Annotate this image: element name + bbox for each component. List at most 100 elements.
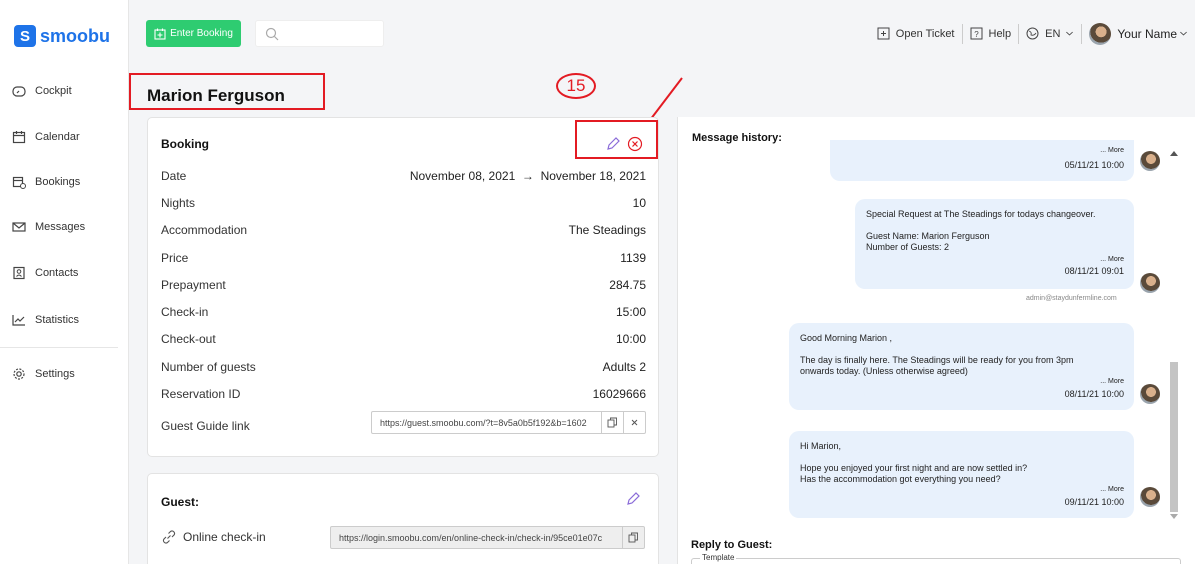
message-bubble: ... More 05/11/21 10:00 bbox=[830, 140, 1134, 181]
sidebar-item-cockpit[interactable]: Cockpit bbox=[12, 84, 72, 98]
row-value: 15:00 bbox=[615, 305, 646, 319]
sidebar-item-contacts[interactable]: Contacts bbox=[12, 266, 78, 280]
topbar: Enter Booking Open Ticket ? Help EN Your… bbox=[130, 0, 1195, 67]
row-value: 284.75 bbox=[609, 278, 646, 292]
online-checkin-link-field[interactable]: https://login.smoobu.com/en/online-check… bbox=[330, 526, 645, 549]
message-bubble: Special Request at The Steadings for tod… bbox=[855, 199, 1134, 289]
message-bubble: Good Morning Marion , The day is finally… bbox=[789, 323, 1134, 410]
more-link[interactable]: ... More bbox=[1100, 378, 1124, 385]
booking-row-prepayment: Prepayment 284.75 bbox=[161, 275, 646, 295]
message-time: 05/11/21 10:00 bbox=[1064, 160, 1124, 170]
guest-guide-label: Guest Guide link bbox=[161, 416, 250, 436]
template-label: Template bbox=[700, 553, 737, 562]
row-label: Check-in bbox=[161, 305, 209, 319]
sidebar-item-label: Contacts bbox=[35, 267, 79, 279]
language-selector[interactable]: EN bbox=[1019, 24, 1081, 44]
annotation-box-title bbox=[129, 73, 325, 110]
row-label: Prepayment bbox=[161, 278, 226, 292]
row-label: Accommodation bbox=[161, 223, 248, 237]
logo[interactable]: S smoobu bbox=[14, 25, 110, 47]
row-value: 1139 bbox=[620, 251, 646, 265]
calendar-plus-icon bbox=[154, 28, 166, 40]
booking-row-guests: Number of guests Adults 2 bbox=[161, 357, 646, 377]
scroll-down-icon[interactable] bbox=[1170, 514, 1178, 520]
reply-title: Reply to Guest: bbox=[691, 539, 773, 551]
sidebar-item-label: Bookings bbox=[35, 176, 81, 188]
svg-text:?: ? bbox=[974, 30, 979, 39]
search-icon bbox=[265, 27, 279, 41]
template-select[interactable]: Template bbox=[691, 553, 1181, 564]
sidebar-item-label: Settings bbox=[35, 368, 75, 380]
enter-booking-button[interactable]: Enter Booking bbox=[146, 20, 241, 47]
avatar bbox=[1140, 487, 1160, 507]
booking-row-accommodation: Accommodation The Steadings bbox=[161, 220, 646, 240]
link-icon bbox=[162, 530, 176, 544]
sidebar-item-label: Cockpit bbox=[35, 85, 72, 97]
row-label: Reservation ID bbox=[161, 387, 241, 401]
copy-icon bbox=[628, 532, 638, 543]
guest-card: Guest: Online check-in https://login.smo… bbox=[147, 473, 659, 564]
row-label: Price bbox=[161, 251, 189, 265]
row-value: 10:00 bbox=[615, 332, 646, 346]
contacts-icon bbox=[13, 266, 25, 280]
online-checkin-text: Online check-in bbox=[183, 530, 266, 544]
booking-row-price: Price 1139 bbox=[161, 248, 646, 268]
row-label: Nights bbox=[161, 196, 196, 210]
message-history-title: Message history: bbox=[692, 132, 782, 144]
calendar-icon bbox=[12, 131, 26, 144]
copy-button[interactable] bbox=[601, 412, 623, 433]
guest-guide-url: https://guest.smoobu.com/?t=8v5a0b5f192&… bbox=[380, 417, 587, 428]
booking-title: Booking bbox=[161, 137, 209, 151]
date-range: November 08, 2021 → November 18, 2021 bbox=[410, 169, 646, 183]
more-link[interactable]: ... More bbox=[1100, 147, 1124, 154]
copy-icon bbox=[607, 417, 617, 428]
more-link[interactable]: ... More bbox=[1100, 256, 1124, 263]
guest-guide-link-field[interactable]: https://guest.smoobu.com/?t=8v5a0b5f192&… bbox=[371, 411, 646, 434]
search-input[interactable] bbox=[255, 20, 384, 47]
open-ticket-label: Open Ticket bbox=[895, 27, 955, 40]
sidebar-item-messages[interactable]: Messages bbox=[12, 220, 85, 234]
bookings-icon bbox=[12, 176, 26, 189]
row-label: Date bbox=[161, 169, 187, 183]
chevron-down-icon bbox=[1066, 31, 1074, 36]
scroll-thumb[interactable] bbox=[1170, 362, 1178, 512]
user-menu[interactable]: Your Name bbox=[1082, 22, 1195, 45]
open-ticket-button[interactable]: Open Ticket bbox=[870, 24, 962, 44]
scroll-up-icon[interactable] bbox=[1170, 150, 1178, 156]
message-time: 08/11/21 09:01 bbox=[1064, 266, 1124, 276]
message-time: 09/11/21 10:00 bbox=[1064, 497, 1124, 507]
sidebar-item-settings[interactable]: Settings bbox=[12, 367, 75, 381]
booking-row-checkout: Check-out 10:00 bbox=[161, 329, 646, 349]
message-body: Hi Marion, Hope you enjoyed your first n… bbox=[800, 441, 1028, 484]
sidebar-item-calendar[interactable]: Calendar bbox=[12, 130, 80, 144]
globe-icon bbox=[1026, 27, 1039, 40]
copy-button[interactable] bbox=[622, 527, 644, 548]
edit-icon[interactable] bbox=[625, 491, 641, 507]
sidebar-item-bookings[interactable]: Bookings bbox=[12, 175, 80, 189]
message-body: Special Request at The Steadings for tod… bbox=[866, 209, 1096, 252]
arrow-icon: → bbox=[521, 169, 534, 183]
enter-booking-label: Enter Booking bbox=[170, 28, 233, 39]
row-label: Number of guests bbox=[161, 360, 256, 374]
online-checkin-label: Online check-in bbox=[161, 529, 266, 545]
sidebar: S smoobu Cockpit Calendar Bookings Messa… bbox=[0, 0, 129, 564]
user-name: Your Name bbox=[1117, 26, 1177, 41]
online-checkin-url: https://login.smoobu.com/en/online-check… bbox=[339, 532, 603, 543]
clear-button[interactable] bbox=[623, 412, 645, 433]
avatar bbox=[1089, 22, 1112, 45]
row-value: 10 bbox=[632, 196, 646, 210]
booking-card: Booking Date November 08, 2021 → Novembe… bbox=[147, 117, 659, 457]
sidebar-item-statistics[interactable]: Statistics bbox=[12, 313, 79, 327]
gear-icon bbox=[13, 368, 25, 380]
more-link[interactable]: ... More bbox=[1100, 486, 1124, 493]
sidebar-item-label: Calendar bbox=[35, 131, 80, 143]
message-time: 08/11/21 10:00 bbox=[1064, 389, 1124, 399]
avatar bbox=[1140, 273, 1160, 293]
sidebar-item-label: Statistics bbox=[35, 314, 80, 326]
message-bubble: Hi Marion, Hope you enjoyed your first n… bbox=[789, 431, 1134, 518]
help-button[interactable]: ? Help bbox=[963, 24, 1019, 44]
mail-icon bbox=[12, 222, 26, 232]
logo-text: smoobu bbox=[40, 25, 110, 46]
row-value: The Steadings bbox=[568, 223, 646, 237]
message-scrollbar[interactable] bbox=[1167, 140, 1181, 524]
